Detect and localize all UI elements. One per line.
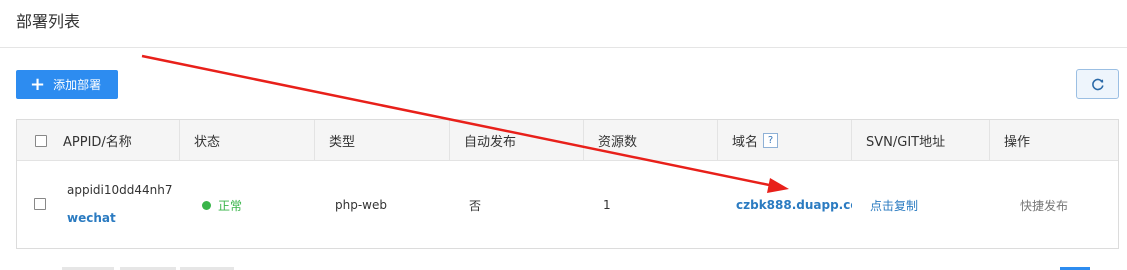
row-checkbox[interactable] xyxy=(34,198,46,210)
header-resources: 资源数 xyxy=(584,120,718,161)
cell-repo: 点击复制 xyxy=(870,161,990,249)
cell-resources: 1 xyxy=(603,198,611,212)
header-status: 状态 xyxy=(180,120,315,161)
page-title: 部署列表 xyxy=(16,12,81,31)
deployment-table: APPID/名称 状态 类型 自动发布 资源数 域名 ? SVN/GIT地址 操… xyxy=(16,119,1119,249)
plus-icon: + xyxy=(30,73,46,95)
cell-domain: czbk888.duapp.com xyxy=(736,161,852,249)
app-name-link[interactable]: wechat xyxy=(67,211,116,225)
page-header: 部署列表 xyxy=(0,0,1127,48)
header-auto-publish: 自动发布 xyxy=(450,120,584,161)
cell-type: php-web xyxy=(335,198,387,212)
cell-actions: 快捷发布 xyxy=(1020,161,1118,249)
status-dot-icon xyxy=(202,200,211,210)
select-all-checkbox[interactable] xyxy=(35,134,47,147)
header-repo: SVN/GIT地址 xyxy=(852,120,990,161)
refresh-button[interactable] xyxy=(1076,69,1119,99)
refresh-icon xyxy=(1091,78,1104,91)
copy-repo-link[interactable]: 点击复制 xyxy=(870,197,918,214)
header-appid-label: APPID/名称 xyxy=(63,135,132,150)
domain-link[interactable]: czbk888.duapp.com xyxy=(736,198,852,212)
header-domain-label: 域名 xyxy=(732,135,759,150)
help-icon[interactable]: ? xyxy=(763,133,779,148)
cell-auto-publish: 否 xyxy=(469,198,482,213)
add-deployment-label: 添加部署 xyxy=(53,78,102,92)
status-badge: 正常 xyxy=(218,198,243,213)
table-header: APPID/名称 状态 类型 自动发布 资源数 域名 ? SVN/GIT地址 操… xyxy=(17,120,1118,161)
table-row: appidi10dd44nh7 wechat 正常 php-web 否 1 cz… xyxy=(17,161,1118,249)
header-appid: APPID/名称 xyxy=(17,120,180,161)
cell-appid: appidi10dd44nh7 wechat xyxy=(17,161,180,249)
header-type: 类型 xyxy=(315,120,450,161)
quick-publish-button[interactable]: 快捷发布 xyxy=(1020,197,1068,214)
appid-text: appidi10dd44nh7 xyxy=(67,183,173,197)
header-actions: 操作 xyxy=(1004,135,1031,150)
add-deployment-button[interactable]: + 添加部署 xyxy=(16,70,118,99)
cell-status: 正常 xyxy=(202,161,315,249)
header-domain: 域名 ? xyxy=(718,120,852,161)
